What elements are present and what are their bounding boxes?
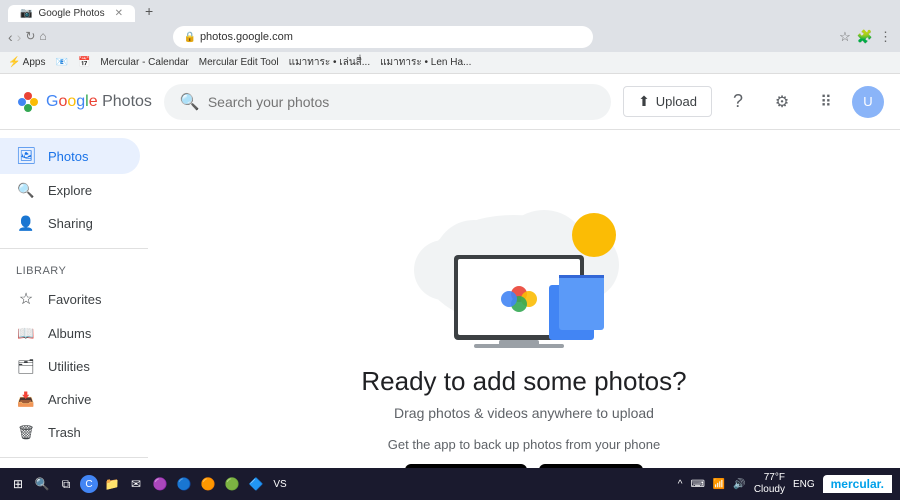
active-tab[interactable]: 📷 Google Photos ✕	[8, 5, 135, 22]
weather-condition: Cloudy	[754, 484, 785, 496]
search-taskbar[interactable]: 🔍	[32, 474, 52, 494]
language-indicator: ENG	[793, 479, 815, 490]
app-header: Google Photos 🔍 ⬆ Upload ? ⚙ ⠿ U	[0, 74, 900, 130]
sidebar-item-albums[interactable]: 📖 Albums	[0, 317, 140, 350]
taskbar-app1[interactable]: 🟣	[150, 474, 170, 494]
bookmark-thai2[interactable]: แมาทาระ • Len Ha...	[380, 55, 471, 70]
hero-illustration	[384, 170, 664, 350]
sidebar-label-trash: Trash	[48, 425, 81, 440]
bookmark-mercular-cal[interactable]: Mercular - Calendar	[100, 57, 188, 68]
sidebar-label-favorites: Favorites	[48, 292, 101, 307]
main-layout: 🖼 Photos 🔍 Explore 👤 Sharing LIBRARY ☆ F…	[0, 130, 900, 468]
taskbar-chrome[interactable]: C	[80, 475, 98, 493]
bookmark-gmail[interactable]: 📧	[55, 57, 67, 68]
favorites-icon: ☆	[16, 289, 36, 309]
search-input[interactable]	[208, 94, 595, 110]
sharing-icon: 👤	[16, 215, 36, 232]
cta-section: Ready to add some photos? Drag photos & …	[361, 366, 686, 468]
sidebar-label-archive: Archive	[48, 392, 91, 407]
upload-icon: ⬆	[638, 93, 650, 110]
taskbar-app2[interactable]: 🔵	[174, 474, 194, 494]
start-button[interactable]: ⊞	[8, 474, 28, 494]
new-tab-btn[interactable]: +	[137, 0, 161, 22]
url-bar[interactable]: 🔒 photos.google.com	[173, 26, 593, 48]
taskbar-left: ⊞ 🔍 ⧉ C 📁 ✉ 🟣 🔵 🟠 🟢 🔷 VS	[8, 474, 290, 494]
forward-btn[interactable]: ›	[17, 29, 22, 45]
taskbar: ⊞ 🔍 ⧉ C 📁 ✉ 🟣 🔵 🟠 🟢 🔷 VS ^ ⌨ 📶 🔊 77°F Cl…	[0, 468, 900, 500]
chevron-up-icon[interactable]: ^	[678, 479, 683, 490]
sidebar-label-explore: Explore	[48, 183, 92, 198]
search-icon: 🔍	[180, 92, 200, 112]
taskbar-mail[interactable]: ✉	[126, 474, 146, 494]
albums-icon: 📖	[16, 325, 36, 342]
weather-temp: 77°F	[754, 472, 785, 484]
taskbar-app5[interactable]: 🔷	[246, 474, 266, 494]
menu-icon[interactable]: ⋮	[879, 29, 892, 45]
illustration-svg	[384, 170, 664, 350]
sidebar-item-utilities[interactable]: 🗂 Utilities	[0, 350, 140, 383]
tab-title: Google Photos	[38, 8, 104, 19]
weather-display: 77°F Cloudy	[754, 472, 785, 496]
bookmark-thai1[interactable]: แมาทาระ • เล่นสื่...	[289, 55, 370, 70]
taskbar-files[interactable]: 📁	[102, 474, 122, 494]
help-button[interactable]: ?	[720, 84, 756, 120]
apps-button[interactable]: ⠿	[808, 84, 844, 120]
home-btn[interactable]: ⌂	[39, 29, 46, 45]
sidebar-item-trash[interactable]: 🗑 Trash	[0, 416, 140, 449]
upload-label: Upload	[656, 94, 697, 109]
sidebar: 🖼 Photos 🔍 Explore 👤 Sharing LIBRARY ☆ F…	[0, 130, 148, 468]
keyboard-icon: ⌨	[690, 479, 704, 490]
sidebar-item-photos[interactable]: 🖼 Photos	[0, 138, 140, 174]
cta-title: Ready to add some photos?	[361, 366, 686, 397]
volume-icon: 🔊	[733, 479, 745, 490]
extensions-icon[interactable]: 🧩	[857, 29, 873, 45]
logo-text: Google Photos	[46, 93, 152, 111]
url-text: photos.google.com	[200, 31, 293, 43]
logo-area: Google Photos	[16, 90, 152, 114]
wifi-icon: 📶	[713, 479, 725, 490]
taskview-button[interactable]: ⧉	[56, 474, 76, 494]
sidebar-item-favorites[interactable]: ☆ Favorites	[0, 281, 140, 317]
avatar[interactable]: U	[852, 86, 884, 118]
sidebar-label-utilities: Utilities	[48, 359, 90, 374]
utilities-icon: 🗂	[16, 358, 36, 375]
back-btn[interactable]: ‹	[8, 29, 13, 45]
content-area: Ready to add some photos? Drag photos & …	[148, 130, 900, 468]
browser-address-bar: ‹ › ↻ ⌂ 🔒 photos.google.com ☆ 🧩 ⋮	[0, 22, 900, 52]
app-cta-text: Get the app to back up photos from your …	[361, 437, 686, 452]
sidebar-item-explore[interactable]: 🔍 Explore	[0, 174, 140, 207]
bookmark-icon[interactable]: ☆	[839, 29, 851, 45]
taskbar-right: ^ ⌨ 📶 🔊 77°F Cloudy ENG mercular.	[678, 472, 892, 496]
archive-icon: 📥	[16, 391, 36, 408]
search-bar[interactable]: 🔍	[164, 84, 611, 120]
settings-button[interactable]: ⚙	[764, 84, 800, 120]
bookmark-apps[interactable]: ⚡ Apps	[8, 57, 45, 68]
browser-tab-bar: 📷 Google Photos ✕ +	[0, 0, 900, 22]
sidebar-divider	[0, 248, 148, 249]
explore-icon: 🔍	[16, 182, 36, 199]
lock-icon: 🔒	[183, 32, 195, 43]
trash-icon: 🗑	[16, 424, 36, 441]
cta-subtitle: Drag photos & videos anywhere to upload	[361, 405, 686, 421]
bookmark-calendar[interactable]: 📅	[78, 57, 90, 68]
sidebar-item-sharing[interactable]: 👤 Sharing	[0, 207, 140, 240]
mercular-watermark: mercular.	[823, 475, 892, 493]
library-section-label: LIBRARY	[0, 257, 148, 281]
bookmark-mercular-edit[interactable]: Mercular Edit Tool	[199, 57, 279, 68]
sidebar-divider-2	[0, 457, 148, 458]
header-actions: ⬆ Upload ? ⚙ ⠿ U	[623, 84, 884, 120]
sidebar-label-photos: Photos	[48, 149, 88, 164]
sidebar-label-albums: Albums	[48, 326, 91, 341]
taskbar-app4[interactable]: 🟢	[222, 474, 242, 494]
taskbar-app6[interactable]: VS	[270, 474, 290, 494]
taskbar-app3[interactable]: 🟠	[198, 474, 218, 494]
photos-logo-icon	[16, 90, 40, 114]
upload-button[interactable]: ⬆ Upload	[623, 86, 712, 117]
sidebar-item-archive[interactable]: 📥 Archive	[0, 383, 140, 416]
bookmarks-bar: ⚡ Apps 📧 📅 Mercular - Calendar Mercular …	[0, 52, 900, 74]
reload-btn[interactable]: ↻	[25, 29, 35, 45]
sidebar-label-sharing: Sharing	[48, 216, 93, 231]
photos-icon: 🖼	[16, 146, 36, 166]
